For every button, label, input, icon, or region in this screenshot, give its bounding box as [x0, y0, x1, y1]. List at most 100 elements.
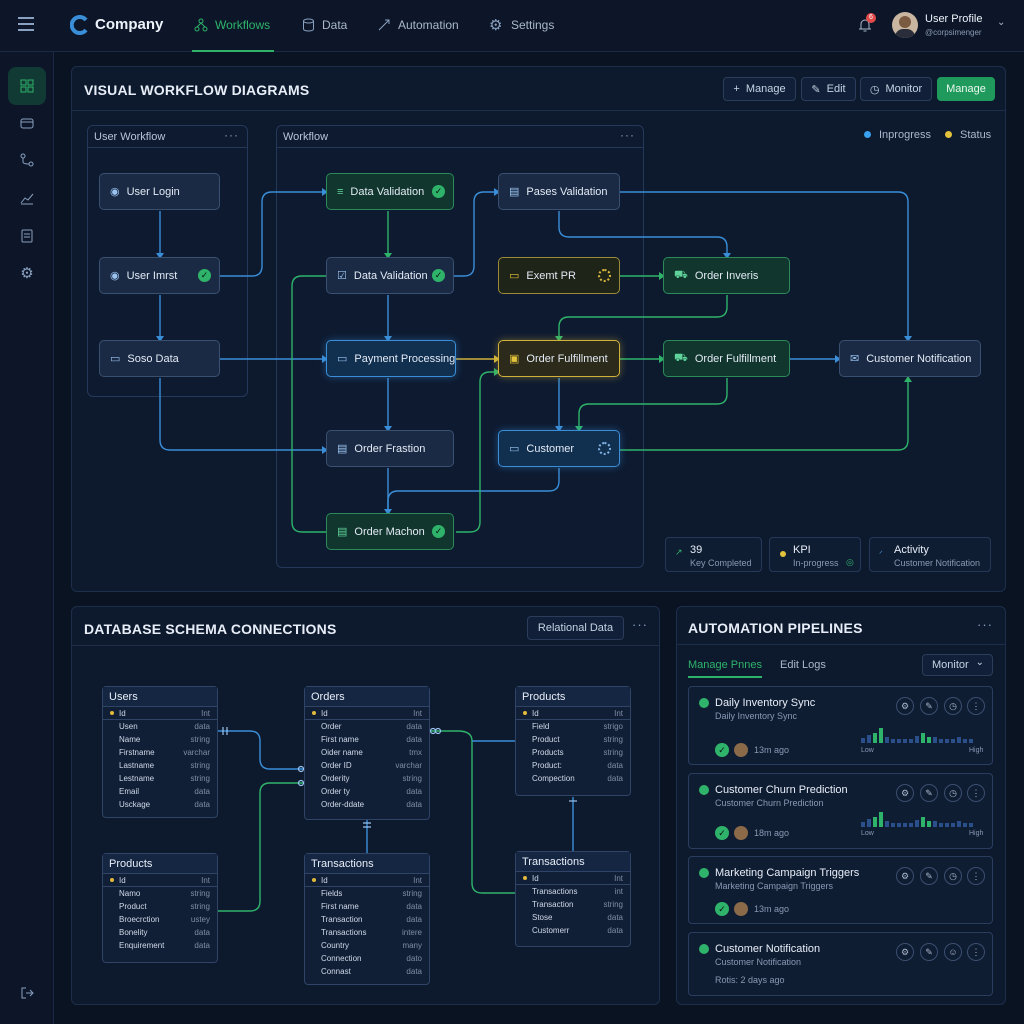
table-users[interactable]: Users Id Int Usen data Name string Firstname va…: [102, 686, 218, 818]
node-order-fulfillment-2[interactable]: ⛟ Order Fulfillment: [663, 340, 790, 377]
node-soso-data-label: Soso Data: [127, 352, 179, 365]
node-payment-processing[interactable]: ▭ Payment Processing: [326, 340, 456, 377]
node-order-fraction[interactable]: ▤ Order Frastion: [326, 430, 454, 467]
status-dot: [780, 551, 786, 557]
gear-icon: ⚙: [20, 265, 34, 282]
node-data-validation-1[interactable]: ≡ Data Validation ✓: [326, 173, 454, 210]
pipeline-card-churn[interactable]: Customer Churn Prediction Customer Churn…: [688, 773, 993, 849]
more-vertical-icon[interactable]: ⋮: [967, 943, 985, 961]
table-row: Id Int: [103, 707, 217, 720]
user-name[interactable]: User Profile: [925, 13, 982, 25]
pipeline-card-marketing[interactable]: Marketing Campaign Triggers Marketing Ca…: [688, 856, 993, 924]
column-name: Broecrction: [119, 915, 160, 924]
workflow-connectors: [156, 188, 912, 533]
status-dot: [699, 944, 709, 954]
pipeline-card-inventory[interactable]: Daily Inventory Sync Daily Inventory Syn…: [688, 686, 993, 765]
node-data-validation-1-label: Data Validation: [350, 185, 425, 198]
clock-icon[interactable]: ◷: [944, 784, 962, 802]
more-vertical-icon[interactable]: ⋮: [967, 867, 985, 885]
settings-icon[interactable]: ⚙: [896, 697, 914, 715]
avatar[interactable]: [892, 12, 918, 38]
check-icon: ✓: [432, 269, 445, 282]
top-bar: Company Workflows Data Automation ⚙ Sett…: [0, 0, 1024, 52]
column-name: Transactions: [321, 928, 367, 937]
table-row: Transaction data: [305, 913, 429, 926]
kpi-card-activity[interactable]: ᐟ Activity Customer Notification: [869, 537, 991, 572]
node-order-fulfillment-1[interactable]: ▣ Order Fulfillment: [498, 340, 620, 377]
sidebar-item-documents[interactable]: [8, 217, 46, 255]
settings-icon[interactable]: ⚙: [896, 867, 914, 885]
node-user-login-label: User Login: [126, 185, 180, 198]
column-name: Usen: [119, 722, 138, 731]
chevron-down-icon[interactable]: ⌄: [997, 17, 1005, 28]
node-pases-validation-label: Pases Validation: [526, 185, 608, 198]
clock-icon[interactable]: ◷: [944, 697, 962, 715]
edit-icon[interactable]: ✎: [920, 943, 938, 961]
activity-icon: ᐟ: [879, 549, 883, 559]
table-orders[interactable]: Orders Id Int Order data First name data Oider…: [304, 686, 430, 820]
column-type: string: [190, 889, 210, 898]
sidebar-item-logout[interactable]: [8, 974, 46, 1012]
table-row: Oider name tmx: [305, 746, 429, 759]
cart-icon: ⛟: [674, 268, 688, 281]
sidebar-item-wallet[interactable]: [8, 104, 46, 142]
settings-icon[interactable]: ⚙: [896, 943, 914, 961]
kpi-card-inprogress[interactable]: KPI In-progress ◎: [769, 537, 861, 572]
node-data-validation-2[interactable]: ☑ Data Validation ✓: [326, 257, 454, 294]
node-user-imrst[interactable]: ◉ User Imrst ✓: [99, 257, 220, 294]
tab-edit-logs[interactable]: Edit Logs: [780, 659, 826, 671]
node-order-fraction-label: Order Frastion: [354, 442, 426, 455]
table-row: Order ty data: [305, 785, 429, 798]
brand-name[interactable]: Company: [95, 16, 163, 33]
nav-workflows[interactable]: Workflows: [192, 0, 274, 52]
more-vertical-icon[interactable]: ⋮: [967, 697, 985, 715]
more-vertical-icon[interactable]: ⋮: [967, 784, 985, 802]
menu-icon[interactable]: [18, 17, 34, 31]
tab-manage-pipelines[interactable]: Manage Pnnes: [688, 659, 762, 678]
node-order-machon-label: Order Machon: [354, 525, 425, 538]
more-icon[interactable]: ···: [977, 617, 993, 632]
column-name: Bonelity: [119, 928, 148, 937]
sidebar-item-flows[interactable]: [8, 141, 46, 179]
smile-icon[interactable]: ☺: [944, 943, 962, 961]
column-name: Enquirement: [119, 941, 165, 950]
node-pases-validation[interactable]: ▤ Pases Validation: [498, 173, 620, 210]
table-products-bottom[interactable]: Products Id Int Namo string Product string Bro…: [102, 853, 218, 963]
table-products-top[interactable]: Products Id Int Field strigo Product string Pr…: [515, 686, 631, 796]
sparkline-high-label: High: [969, 747, 984, 754]
pipeline-card-notification[interactable]: Customer Notification Customer Notificat…: [688, 932, 993, 996]
node-user-login[interactable]: ◉ User Login: [99, 173, 220, 210]
notification-button[interactable]: 6: [856, 13, 876, 36]
column-name: Connection: [321, 954, 362, 963]
table-transactions-right[interactable]: Transactions Id Int Transactions int Transac…: [515, 851, 631, 947]
node-exemt-pr[interactable]: ▭ Exemt PR: [498, 257, 620, 294]
table-row: Id Int: [516, 707, 630, 720]
node-customer[interactable]: ▭ Customer: [498, 430, 620, 467]
edit-icon[interactable]: ✎: [920, 784, 938, 802]
table-transactions-mid[interactable]: Transactions Id Int Fields string First name…: [304, 853, 430, 985]
node-order-inveris[interactable]: ⛟ Order Inveris: [663, 257, 790, 294]
column-name: Customerr: [532, 926, 570, 935]
card-icon: ▭: [337, 353, 348, 365]
edit-icon[interactable]: ✎: [920, 867, 938, 885]
user-handle: @corpsimenger: [925, 28, 982, 37]
sidebar-item-settings[interactable]: ⚙: [8, 254, 46, 292]
settings-icon[interactable]: ⚙: [896, 784, 914, 802]
sidebar-item-analytics[interactable]: [8, 179, 46, 217]
node-customer-notification[interactable]: ✉ Customer Notification: [839, 340, 981, 377]
workflow-panel: VISUAL WORKFLOW DIAGRAMS + Manage ✎ Edit ◷…: [71, 66, 1006, 592]
sparkline-low-label: Low: [861, 830, 874, 837]
edit-icon[interactable]: ✎: [920, 697, 938, 715]
sidebar-item-dashboard[interactable]: [8, 67, 46, 105]
sidebar: ⚙: [0, 52, 54, 1024]
logout-icon: [21, 987, 34, 999]
node-soso-data[interactable]: ▭ Soso Data: [99, 340, 220, 377]
column-type: string: [402, 774, 422, 783]
node-order-machon[interactable]: ▤ Order Machon ✓: [326, 513, 454, 550]
column-type: ustey: [190, 915, 210, 924]
kpi-card-completed[interactable]: ↗ 39 Key Completed: [665, 537, 762, 572]
success-icon: ✓: [715, 902, 729, 916]
pipeline-time: 13m ago: [754, 745, 790, 755]
clock-icon[interactable]: ◷: [944, 867, 962, 885]
monitor-dropdown[interactable]: Monitor ⌄: [922, 654, 993, 676]
